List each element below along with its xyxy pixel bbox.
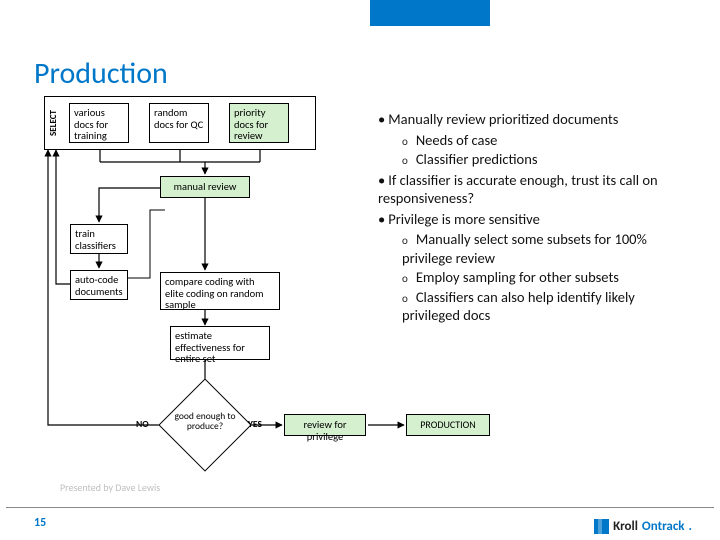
list-item: Needs of case <box>402 131 688 150</box>
box-random-qc: random docs for QC <box>149 103 209 143</box>
label-yes: YES <box>248 418 262 430</box>
box-priority-review: priority docs for review <box>229 103 289 143</box>
select-group: SELECT various docs for training random … <box>44 96 316 150</box>
flowchart: SELECT various docs for training random … <box>44 96 374 496</box>
slide-number: 15 <box>34 516 46 530</box>
brand-logo: Kroll Ontrack. <box>594 519 692 534</box>
page-title: Production <box>34 55 168 92</box>
list-item: Privilege is more sensitive Manually sel… <box>378 210 688 325</box>
presented-by: Presented by Dave Lewis <box>60 481 160 494</box>
logo-icon <box>594 519 609 534</box>
bullet-text: Manually review prioritized documents <box>388 110 618 128</box>
list-item: Classifiers can also help identify likel… <box>402 288 688 325</box>
box-training-docs: various docs for training <box>69 103 129 143</box>
box-auto-code: auto-code documents <box>70 270 128 300</box>
footer-divider <box>6 507 714 508</box>
list-item: If classifier is accurate enough, trust … <box>378 171 688 208</box>
list-item: Employ sampling for other subsets <box>402 268 688 287</box>
box-review-privilege: review for privilege <box>284 414 366 436</box>
box-manual-review: manual review <box>160 176 250 198</box>
list-item: Classifier predictions <box>402 150 688 169</box>
bullet-list: Manually review prioritized documents Ne… <box>378 110 688 327</box>
label-no: NO <box>136 418 149 430</box>
box-compare-coding: compare coding with elite coding on rand… <box>160 272 280 310</box>
brand-left: Kroll <box>613 519 638 534</box>
select-label: SELECT <box>48 97 62 149</box>
accent-bar <box>370 0 490 26</box>
brand-right: Ontrack <box>642 519 685 534</box>
box-train-classifiers: train classifiers <box>70 224 128 254</box>
list-item: Manually review prioritized documents Ne… <box>378 110 688 169</box>
box-estimate-effectiveness: estimate effectiveness for entire set <box>170 326 270 360</box>
decision-text: good enough to produce? <box>170 412 240 432</box>
box-production: PRODUCTION <box>406 414 490 436</box>
list-item: Manually select some subsets for 100% pr… <box>402 230 688 267</box>
